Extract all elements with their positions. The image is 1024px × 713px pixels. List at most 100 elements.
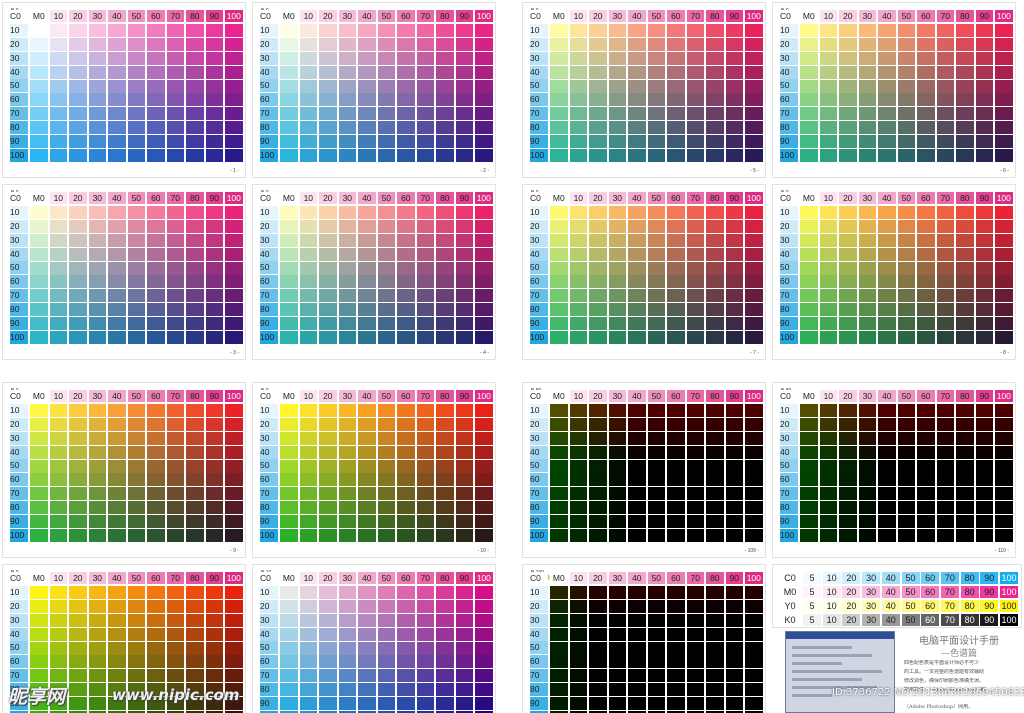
- color-swatch: [917, 417, 935, 431]
- color-swatch: [436, 683, 454, 697]
- color-swatch: [800, 403, 818, 417]
- color-swatch: [319, 403, 337, 417]
- color-swatch: [88, 247, 107, 261]
- color-swatch: [569, 459, 588, 473]
- color-swatch: [397, 501, 415, 515]
- color-swatch: [608, 459, 627, 473]
- color-swatch: [108, 135, 126, 149]
- color-swatch: [319, 23, 337, 37]
- color-swatch: [186, 641, 204, 655]
- row-header: 40: [10, 65, 28, 79]
- color-swatch: [839, 303, 857, 317]
- color-swatch: [725, 219, 744, 233]
- color-swatch: [667, 613, 685, 627]
- color-swatch: [397, 51, 415, 65]
- row-header: 50: [780, 79, 798, 93]
- color-swatch: [280, 261, 298, 275]
- color-swatch: [69, 613, 87, 627]
- color-swatch: [397, 331, 415, 345]
- color-swatch: [936, 289, 955, 303]
- color-swatch: [878, 487, 896, 501]
- color-swatch: [995, 247, 1013, 261]
- row-header: 60: [530, 93, 548, 107]
- color-swatch: [280, 599, 298, 613]
- color-swatch: [647, 529, 666, 543]
- color-swatch: [186, 585, 204, 599]
- color-swatch: [956, 135, 974, 149]
- color-swatch: [995, 303, 1013, 317]
- column-header: 60: [147, 10, 165, 23]
- row-header: 30: [780, 233, 798, 247]
- color-swatch: [397, 37, 415, 51]
- bank-swatch: 90: [980, 614, 999, 626]
- color-swatch: [88, 627, 107, 641]
- color-swatch: [319, 459, 337, 473]
- color-swatch: [416, 93, 435, 107]
- color-swatch: [917, 487, 935, 501]
- column-header: 70: [166, 390, 185, 403]
- color-swatch: [88, 121, 107, 135]
- color-swatch: [956, 261, 974, 275]
- color-swatch: [878, 431, 896, 445]
- row-header: 70: [530, 487, 548, 501]
- color-swatch: [858, 65, 877, 79]
- color-chart-panel: B 0Y 60M0102030405060708090100C010203040…: [522, 184, 766, 360]
- row-header: 70: [780, 487, 798, 501]
- color-swatch: [358, 627, 376, 641]
- row-header: 100: [530, 148, 548, 162]
- color-swatch: [819, 233, 838, 247]
- color-swatch: [127, 515, 146, 529]
- color-swatch: [628, 233, 646, 247]
- color-swatch: [667, 317, 685, 331]
- color-swatch: [647, 403, 666, 417]
- color-swatch: [475, 613, 493, 627]
- color-swatch: [30, 261, 48, 275]
- color-swatch: [416, 431, 435, 445]
- color-swatch: [608, 487, 627, 501]
- color-swatch: [280, 247, 298, 261]
- color-swatch: [108, 599, 126, 613]
- color-swatch: [725, 317, 744, 331]
- color-swatch: [569, 149, 588, 163]
- color-swatch: [819, 487, 838, 501]
- color-swatch: [975, 261, 994, 275]
- color-swatch: [550, 261, 568, 275]
- color-swatch: [686, 641, 705, 655]
- color-swatch: [686, 275, 705, 289]
- color-swatch: [166, 529, 185, 543]
- color-swatch: [69, 79, 87, 93]
- color-swatch: [49, 37, 68, 51]
- color-swatch: [589, 641, 607, 655]
- color-swatch: [30, 37, 48, 51]
- color-swatch: [800, 135, 818, 149]
- color-swatch: [166, 669, 185, 683]
- color-swatch: [69, 431, 87, 445]
- color-swatch: [725, 205, 744, 219]
- color-swatch: [280, 473, 298, 487]
- bank-swatch: 40: [881, 614, 900, 626]
- column-header: 90: [975, 10, 994, 23]
- row-header: 100: [780, 330, 798, 344]
- color-swatch: [608, 501, 627, 515]
- color-chart-panel: B 0Y 0M0102030405060708090100C0102030405…: [2, 2, 246, 178]
- color-swatch: [550, 65, 568, 79]
- color-swatch: [358, 107, 376, 121]
- color-swatch: [917, 65, 935, 79]
- color-swatch: [550, 403, 568, 417]
- color-swatch: [319, 599, 337, 613]
- color-swatch: [225, 331, 243, 345]
- color-swatch: [166, 121, 185, 135]
- column-header: 100: [745, 390, 763, 403]
- row-header: 50: [530, 79, 548, 93]
- color-swatch: [299, 317, 318, 331]
- color-swatch: [589, 655, 607, 669]
- row-header: 40: [530, 65, 548, 79]
- color-swatch: [995, 487, 1013, 501]
- color-swatch: [358, 247, 376, 261]
- color-swatch: [319, 93, 337, 107]
- color-swatch: [280, 697, 298, 711]
- color-swatch: [956, 37, 974, 51]
- color-swatch: [319, 613, 337, 627]
- color-swatch: [205, 445, 224, 459]
- color-swatch: [667, 233, 685, 247]
